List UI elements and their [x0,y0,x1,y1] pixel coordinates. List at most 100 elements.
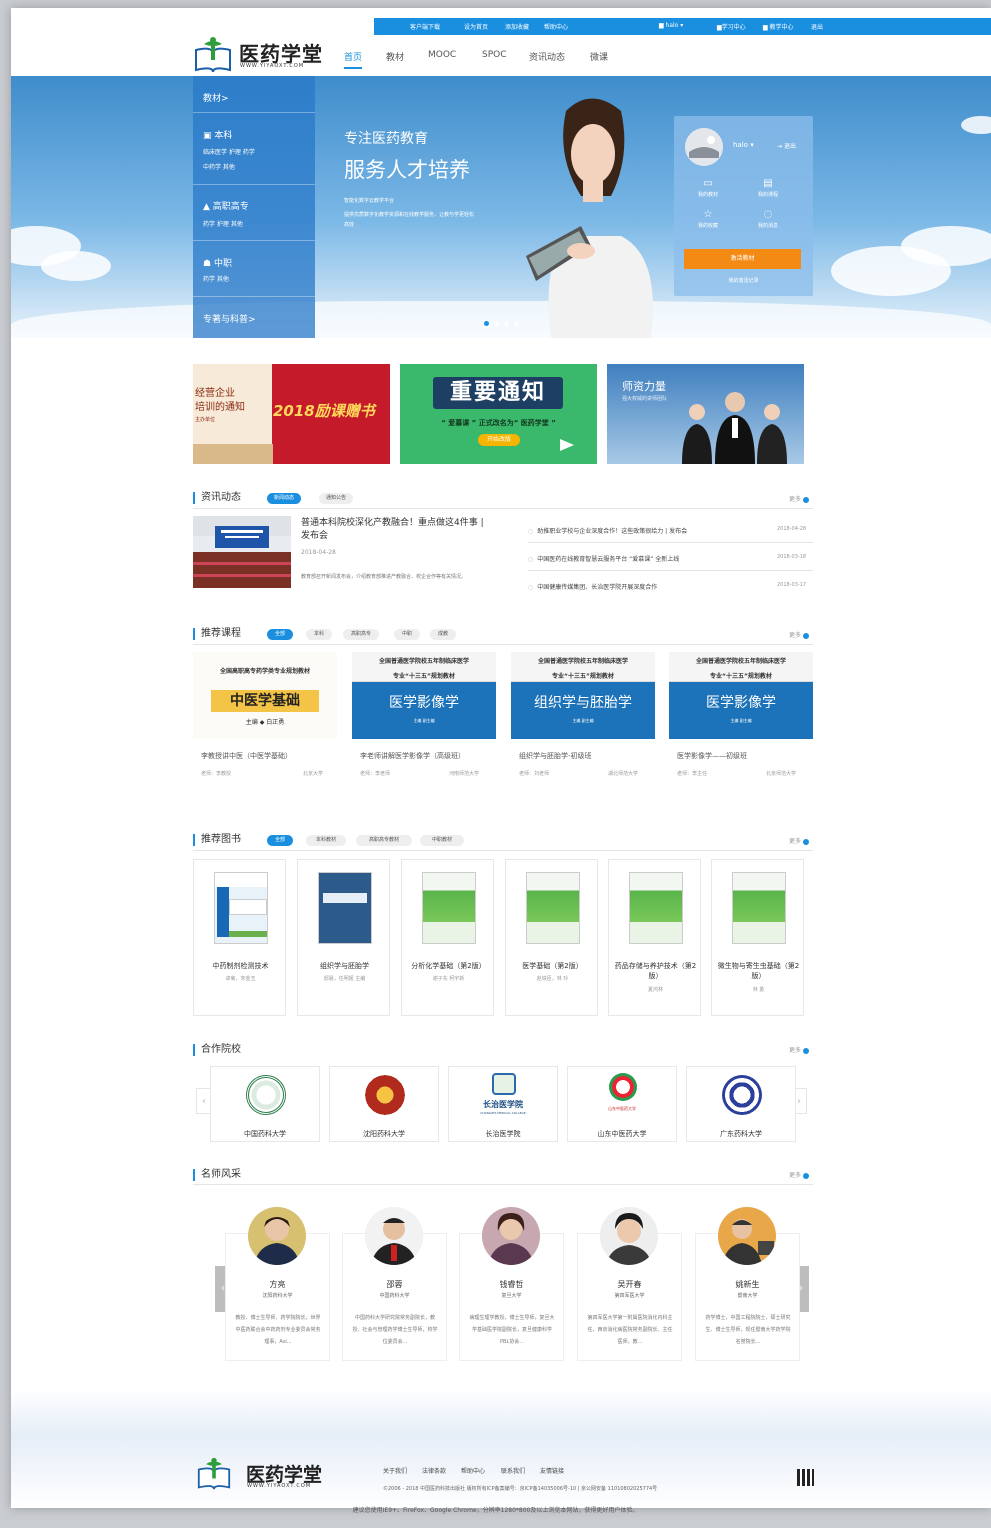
set-home-link[interactable]: 设为首页 [464,22,488,31]
book-card[interactable]: 微生物与寄生虫基础（第2版） 林 勇 [711,859,804,1016]
news-image[interactable] [193,516,291,588]
teacher-card[interactable]: 邵蓉 中国药科大学 中国药科大学研究院常务副院长，教授、社会与管理药学博士生导师… [342,1207,447,1361]
course-tab-all[interactable]: 全部 [267,629,293,640]
news-list-date: 2018-04-28 [777,526,807,532]
news-list-item[interactable]: 助推职业学校与企业深度合作！这些政策很给力 | 发布会 [528,526,687,535]
carousel-dot[interactable] [484,321,489,326]
nav-home[interactable]: 首页 [344,50,363,69]
headline-news-title[interactable]: 普通本科院校深化产教融合！重点做这4件事 | 发布会 [301,517,491,543]
course-card[interactable]: 全国普通医学院校五年制临床医学 专业“十三五”规划教材 组织学与胚胎学 主编 副主编 [511,652,655,739]
course-card[interactable]: 全国普通医学院校五年制临床医学 专业“十三五”规划教材 医学影像学 主编 副主编 [352,652,496,739]
teacher-photo [482,1207,540,1265]
course-teacher: 老师：李主任 [677,771,708,777]
menu-undergrad-sub1[interactable]: 临床医学 护理 药学 [203,147,255,156]
help-center-link[interactable]: 帮助中心 [544,22,568,31]
news-list-item[interactable]: 中国医药在线教育智慧云服务平台 “爱慕课” 全新上线 [528,554,679,563]
nav-spoc[interactable]: SPOC [482,50,507,60]
book-tab-all[interactable]: 全部 [267,835,293,846]
carousel-dot[interactable] [494,321,499,326]
nav-news[interactable]: 资讯动态 [529,50,565,63]
my-favorites[interactable]: ☆ 我的收藏 [690,209,726,229]
teacher-card[interactable]: 姚新生 暨南大学 药学博士，中国工程院院士，硕士研究生、博士生导师，现任暨南大学… [695,1207,800,1361]
carousel-dot[interactable] [504,321,509,326]
teacher-card[interactable]: 方亮 沈阳药科大学 教授、博士生导师、药学院院长，世界中医药联合会中药药剂专业委… [225,1207,330,1361]
site-logo[interactable]: 医药学堂 WWW.YIYAOXT.COM [194,36,344,74]
menu-vocational[interactable]: ▲ 高职高专 [203,199,249,212]
menu-monograph[interactable]: 专著与科普> [203,312,256,325]
courses-more-link[interactable]: 更多 [789,630,810,639]
book-tab-undergrad[interactable]: 本科教材 [306,835,346,846]
menu-vocational-sub[interactable]: 药学 护理 其他 [203,219,243,228]
footer-legal-link[interactable]: 法律条款 [422,1466,446,1475]
tab-notice[interactable]: 通知公告 [319,493,353,504]
menu-divider [193,184,315,185]
book-tab-secondary[interactable]: 中职教材 [420,835,464,846]
nav-microclass[interactable]: 微课 [590,50,608,63]
qr-code-icon[interactable] [797,1469,814,1486]
book-title: 中药制剂检测技术 [212,962,269,970]
book-card[interactable]: 分析化学基础（第2版） 谢子东 柯宇新 [401,859,494,1016]
activation-record-link[interactable]: 我的激活记录 [674,277,813,284]
footer-friends-link[interactable]: 友情链接 [540,1466,564,1475]
teacher-name: 吴开春 [617,1280,642,1289]
activate-textbook-button[interactable]: 激活教材 [684,249,801,269]
add-favorite-link[interactable]: 添加收藏 [505,22,529,31]
my-textbooks[interactable]: ▭ 我的教材 [690,178,726,198]
user-name[interactable]: halo ▾ [733,141,754,149]
menu-undergrad-sub2[interactable]: 中药学 其他 [203,162,235,171]
course-tab-undergrad[interactable]: 本科 [306,629,332,640]
teacher-card[interactable]: 吴开春 第四军医大学 第四军医大学第一附属医院消化内科主任，西京消化病医院常务副… [577,1207,682,1361]
footer-help-link[interactable]: 帮助中心 [461,1466,485,1475]
course-title[interactable]: 李教授讲中医（中医学基础） [201,751,292,761]
my-messages[interactable]: ◌ 我的消息 [750,209,786,229]
nav-textbook[interactable]: 教材 [386,50,404,63]
school-card[interactable]: 广东药科大学 [686,1066,796,1142]
promo-banner-2[interactable]: 重要通知 “ 爱慕课 ” 正式改名为“ 医药学堂 ” 开始改版 [400,364,597,464]
news-more-link[interactable]: 更多 [789,494,810,503]
school-card[interactable]: 中国药科大学 [210,1066,320,1142]
footer-logo[interactable]: 医药学堂 WWW.YIYAOXT.COM [194,1457,354,1493]
book-card[interactable]: 医学基础（第2版） 赵铁臣，林 玲 [505,859,598,1016]
carousel-dot[interactable] [514,321,519,326]
teacher-card[interactable]: 钱睿哲 复旦大学 病理生理学教授，博士生导师，复旦大学基础医学院副院长，复旦健康… [459,1207,564,1361]
course-title[interactable]: 李老师讲解医学影像学（高级班） [360,751,465,761]
news-list-item[interactable]: 中国健康传媒集团、长治医学院开展深度合作 [528,582,657,591]
menu-undergrad[interactable]: ▣ 本科 [203,128,232,141]
book-tab-vocational[interactable]: 高职高专教材 [356,835,412,846]
tab-news[interactable]: 新闻动态 [267,493,301,504]
school-card[interactable]: 山东中医药大学 山东中医药大学 [567,1066,677,1142]
books-more-link[interactable]: 更多 [789,836,810,845]
schools-more-link[interactable]: 更多 [789,1045,810,1054]
course-card[interactable]: 全国普通医学院校五年制临床医学 专业“十三五”规划教材 医学影像学 主编 副主编 [669,652,813,739]
client-download-link[interactable]: 客户端下载 [410,22,440,31]
course-tab-secondary[interactable]: 中职 [394,629,420,640]
footer-about-link[interactable]: 关于我们 [383,1466,407,1475]
course-tab-vocational[interactable]: 高职高专 [343,629,379,640]
exit-link[interactable]: 退出 [811,22,823,31]
course-card[interactable]: 全国高职高专药学类专业规划教材 中医学基础 主编 ◆ 白正勇 [193,652,337,739]
promo-banner-3[interactable]: 师资力量 强大权威的讲师团队 [607,364,804,464]
menu-secondary-sub[interactable]: 药学 其他 [203,274,229,283]
promo-banner-1[interactable]: 经营企业 培训的通知 主办单位 2018励课赠书 [193,364,390,464]
school-card[interactable]: 长治医学院 CHANGZHI MEDICAL COLLEGE 长治医学院 [448,1066,558,1142]
book-card[interactable]: 中药制剂检测技术 卓菊，宋金玉 [193,859,286,1016]
study-center-link[interactable]: ▆学习中心 [717,22,746,31]
teach-center-link[interactable]: ▆ 教学中心 [763,22,794,31]
user-avatar[interactable] [685,128,723,166]
menu-secondary[interactable]: ☗ 中职 [203,256,232,269]
course-title[interactable]: 医学影像学——初级班 [677,751,747,761]
book-card[interactable]: 药品存储与养护技术（第2版） 夏鸿林 [608,859,701,1016]
course-tab-adult[interactable]: 成教 [430,629,456,640]
course-title[interactable]: 组织学与胚胎学-初级班 [519,751,592,761]
nav-mooc[interactable]: MOOC [428,50,456,60]
my-courses[interactable]: ▤ 我的课程 [750,178,786,198]
teachers-more-link[interactable]: 更多 [789,1170,810,1179]
top-user-menu[interactable]: ▆ halo ▾ [659,22,683,29]
menu-textbook[interactable]: 教材> [203,91,229,104]
book-author: 赵铁臣，林 玲 [536,976,569,982]
school-card[interactable]: 沈阳药科大学 [329,1066,439,1142]
logout-link[interactable]: ⇥ 退出 [777,141,796,150]
book-author: 谢子东 柯宇新 [432,976,465,982]
book-card[interactable]: 组织学与胚胎学 邸晨，任明姬 主编 [297,859,390,1016]
footer-contact-link[interactable]: 联系我们 [501,1466,525,1475]
